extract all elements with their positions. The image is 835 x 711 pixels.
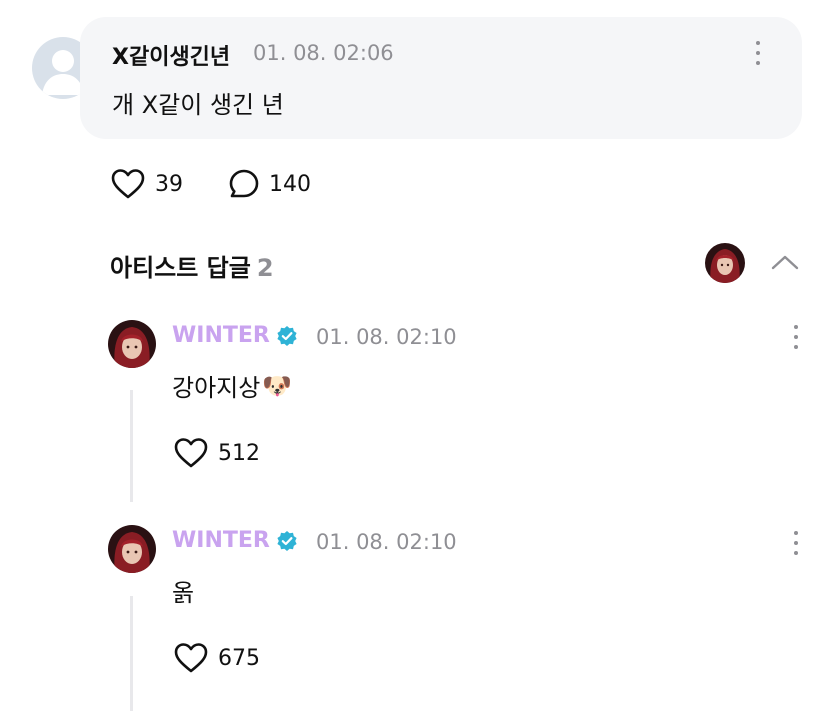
reply-text-body: 강아지상 bbox=[172, 374, 261, 402]
reply-like-count: 675 bbox=[218, 645, 260, 671]
reply-text: 옭 bbox=[172, 573, 194, 608]
artist-replies-count: 2 bbox=[256, 254, 274, 282]
reply-text-body: 옭 bbox=[172, 579, 195, 607]
collapse-button[interactable] bbox=[770, 252, 800, 272]
kebab-menu-icon bbox=[794, 531, 798, 535]
reply-timestamp: 01. 08. 02:10 bbox=[316, 325, 457, 349]
reply-button[interactable]: 140 bbox=[228, 168, 311, 200]
reply-avatar[interactable] bbox=[108, 320, 156, 368]
verified-badge-icon bbox=[277, 325, 297, 346]
artist-avatar-image bbox=[108, 320, 156, 368]
artist-avatar-image bbox=[705, 243, 745, 283]
artist-replies-header: 아티스트 답글 2 bbox=[110, 248, 274, 283]
more-options-button[interactable] bbox=[786, 528, 806, 558]
reply-text: 강아지상 🐶 bbox=[172, 368, 292, 403]
comment-timestamp: 01. 08. 02:06 bbox=[253, 41, 394, 65]
thread-line bbox=[130, 596, 133, 711]
reply-author-name: WINTER bbox=[172, 528, 270, 553]
comment-page: X같이생긴년 01. 08. 02:06 개 X같이 생긴 년 39 140 아… bbox=[0, 0, 835, 711]
thread-line bbox=[130, 390, 133, 502]
artist-avatar-image bbox=[108, 525, 156, 573]
reply-like-count: 512 bbox=[218, 440, 260, 466]
reply-like-button[interactable]: 512 bbox=[173, 437, 260, 469]
heart-outline-icon bbox=[174, 438, 208, 468]
reply-author-name: WINTER bbox=[172, 323, 270, 348]
like-count: 39 bbox=[155, 171, 183, 197]
dog-face-emoji: 🐶 bbox=[262, 371, 293, 400]
heart-outline-icon bbox=[111, 169, 145, 199]
kebab-menu-icon bbox=[794, 325, 798, 329]
like-button[interactable]: 39 bbox=[110, 168, 183, 200]
speech-bubble-icon bbox=[229, 169, 259, 198]
reply-author[interactable]: WINTER bbox=[172, 528, 298, 553]
verified-badge-icon bbox=[277, 530, 297, 551]
reply-timestamp: 01. 08. 02:10 bbox=[316, 530, 457, 554]
reply-count: 140 bbox=[269, 171, 311, 197]
comment-bubble bbox=[80, 17, 802, 139]
comment-text: 개 X같이 생긴 년 bbox=[112, 91, 284, 119]
reply-like-button[interactable]: 675 bbox=[173, 642, 260, 674]
comment-author[interactable]: X같이생긴년 bbox=[112, 39, 230, 71]
more-options-button[interactable] bbox=[786, 322, 806, 352]
reply-author[interactable]: WINTER bbox=[172, 323, 298, 348]
heart-outline-icon bbox=[174, 643, 208, 673]
reply-avatar[interactable] bbox=[108, 525, 156, 573]
kebab-menu-icon bbox=[756, 41, 760, 45]
chevron-up-icon bbox=[771, 255, 799, 270]
more-options-button[interactable] bbox=[748, 38, 768, 68]
artist-avatar-small[interactable] bbox=[705, 243, 745, 283]
artist-replies-title: 아티스트 답글 bbox=[110, 254, 251, 282]
